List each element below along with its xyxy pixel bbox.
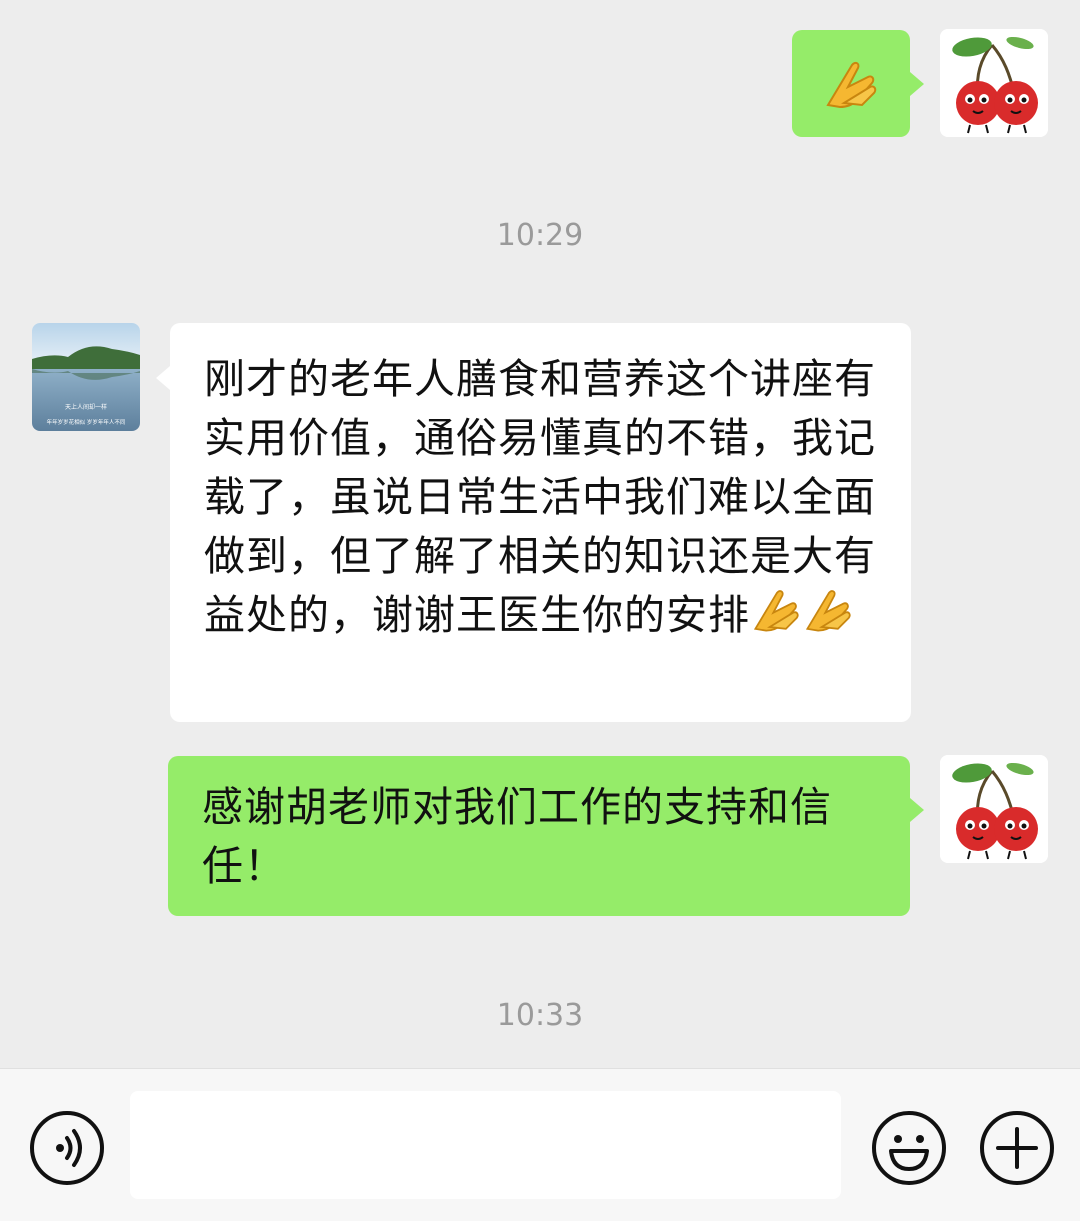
message-bubble-other[interactable]: 刚才的老年人膳食和营养这个讲座有实用价值，通俗易懂真的不错，我记载了，虽说日常生…: [170, 323, 911, 722]
smiley-icon: [889, 1135, 929, 1171]
cherry-avatar-icon: [940, 755, 1048, 863]
avatar-caption-line1: 天上人间却一样: [65, 403, 107, 411]
folded-hands-emoji-icon: [750, 587, 802, 649]
timestamp: 10:33: [496, 998, 584, 1033]
message-bubble-self-emoji[interactable]: [792, 30, 910, 137]
chat-area[interactable]: 10:29 天上人间却一样 年年岁岁花相似 岁岁年年人不同 刚才的老年人膳食和营…: [0, 0, 1080, 1068]
folded-hands-emoji-icon: [826, 61, 877, 108]
voice-button[interactable]: [30, 1111, 104, 1185]
voice-icon: [56, 1129, 82, 1167]
message-text: 感谢胡老师对我们工作的支持和信任！: [202, 783, 832, 890]
message-input[interactable]: [130, 1091, 841, 1199]
plus-icon: [996, 1127, 1038, 1169]
folded-hands-emoji-icon: [802, 587, 854, 649]
avatar-other[interactable]: 天上人间却一样 年年岁岁花相似 岁岁年年人不同: [32, 323, 140, 431]
input-bar: [0, 1068, 1080, 1221]
timestamp: 10:29: [496, 218, 584, 253]
more-button[interactable]: [980, 1111, 1054, 1185]
avatar-self[interactable]: [940, 29, 1048, 137]
lake-landscape-avatar-icon: 天上人间却一样 年年岁岁花相似 岁岁年年人不同: [32, 323, 140, 431]
avatar-caption-line2: 年年岁岁花相似 岁岁年年人不同: [47, 418, 126, 426]
cherry-avatar-icon: [940, 29, 1048, 137]
emoji-button[interactable]: [872, 1111, 946, 1185]
avatar-self[interactable]: [940, 755, 1048, 863]
message-bubble-self[interactable]: 感谢胡老师对我们工作的支持和信任！: [168, 756, 910, 916]
